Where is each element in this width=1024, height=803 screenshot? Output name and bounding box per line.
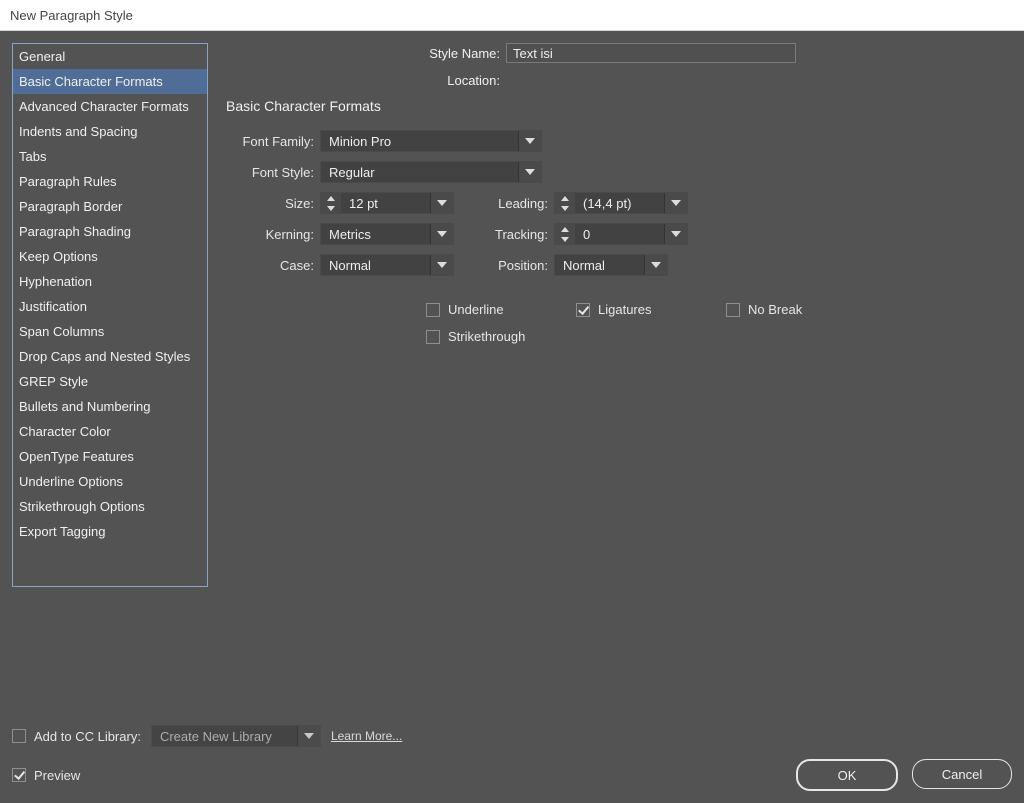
no-break-checkbox[interactable]: No Break xyxy=(726,302,876,317)
panel-title: Basic Character Formats xyxy=(226,98,1012,114)
sidebar-item[interactable]: Hyphenation xyxy=(13,269,207,294)
chevron-down-icon xyxy=(297,726,320,746)
kerning-label: Kerning: xyxy=(226,227,314,242)
sidebar-item[interactable]: Basic Character Formats xyxy=(13,69,207,94)
checkbox-group: Underline Ligatures No Break Strikethrou… xyxy=(426,302,1012,344)
cc-library-combo[interactable]: Create New Library xyxy=(151,725,321,747)
dialog-client: GeneralBasic Character FormatsAdvanced C… xyxy=(0,31,1024,803)
tracking-stepper[interactable] xyxy=(554,223,574,245)
preview-checkbox[interactable]: Preview xyxy=(12,768,80,783)
case-value: Normal xyxy=(321,255,430,275)
font-style-combo[interactable]: Regular xyxy=(320,161,542,183)
tracking-label: Tracking: xyxy=(478,227,548,242)
chevron-down-icon xyxy=(430,224,453,244)
sidebar-item[interactable]: Strikethrough Options xyxy=(13,494,207,519)
case-combo[interactable]: Normal xyxy=(320,254,454,276)
kerning-value: Metrics xyxy=(321,224,430,244)
underline-checkbox[interactable]: Underline xyxy=(426,302,576,317)
ligatures-label: Ligatures xyxy=(598,302,651,317)
sidebar-item[interactable]: Paragraph Border xyxy=(13,194,207,219)
sidebar-item[interactable]: Bullets and Numbering xyxy=(13,394,207,419)
leading-stepper[interactable] xyxy=(554,192,574,214)
sidebar-item[interactable]: Paragraph Shading xyxy=(13,219,207,244)
chevron-down-icon xyxy=(518,162,541,182)
cc-library-value: Create New Library xyxy=(152,726,297,746)
chevron-down-icon xyxy=(518,131,541,151)
checkbox-icon xyxy=(426,303,440,317)
sidebar-item[interactable]: Drop Caps and Nested Styles xyxy=(13,344,207,369)
sidebar-item[interactable]: Paragraph Rules xyxy=(13,169,207,194)
case-label: Case: xyxy=(226,258,314,273)
size-stepper[interactable] xyxy=(320,192,340,214)
font-style-value: Regular xyxy=(321,162,518,182)
sidebar-item[interactable]: Export Tagging xyxy=(13,519,207,544)
sidebar-item[interactable]: Advanced Character Formats xyxy=(13,94,207,119)
chevron-down-icon xyxy=(430,193,453,213)
checkbox-icon xyxy=(12,768,26,782)
style-name-input[interactable] xyxy=(506,43,796,63)
sidebar-item[interactable]: Character Color xyxy=(13,419,207,444)
leading-label: Leading: xyxy=(478,196,548,211)
font-family-combo[interactable]: Minion Pro xyxy=(320,130,542,152)
sidebar-item[interactable]: General xyxy=(13,44,207,69)
position-label: Position: xyxy=(478,258,548,273)
chevron-down-icon xyxy=(664,224,687,244)
strikethrough-label: Strikethrough xyxy=(448,329,525,344)
titlebar: New Paragraph Style xyxy=(0,0,1024,31)
ok-button[interactable]: OK xyxy=(796,759,898,791)
chevron-down-icon xyxy=(430,255,453,275)
no-break-label: No Break xyxy=(748,302,802,317)
sidebar-item[interactable]: OpenType Features xyxy=(13,444,207,469)
sidebar-item[interactable]: Indents and Spacing xyxy=(13,119,207,144)
preview-label: Preview xyxy=(34,768,80,783)
dialog-window: New Paragraph Style GeneralBasic Charact… xyxy=(0,0,1024,803)
font-family-label: Font Family: xyxy=(226,134,314,149)
strikethrough-checkbox[interactable]: Strikethrough xyxy=(426,329,576,344)
sidebar-item[interactable]: Tabs xyxy=(13,144,207,169)
cancel-button[interactable]: Cancel xyxy=(912,759,1012,789)
cancel-label: Cancel xyxy=(942,767,982,782)
size-label: Size: xyxy=(226,196,314,211)
size-value: 12 pt xyxy=(341,193,430,213)
sidebar-item[interactable]: Span Columns xyxy=(13,319,207,344)
sidebar-item[interactable]: Underline Options xyxy=(13,469,207,494)
sidebar-item[interactable]: Justification xyxy=(13,294,207,319)
underline-label: Underline xyxy=(448,302,504,317)
checkbox-icon xyxy=(726,303,740,317)
tracking-field[interactable]: 0 xyxy=(554,223,688,245)
font-style-label: Font Style: xyxy=(226,165,314,180)
header-fields: Style Name: Location: xyxy=(226,43,1012,88)
size-field[interactable]: 12 pt xyxy=(320,192,454,214)
form-rows: Font Family: Minion Pro Font Style: Regu… xyxy=(226,130,1012,276)
dialog-footer: Add to CC Library: Create New Library Le… xyxy=(12,725,1012,791)
kerning-combo[interactable]: Metrics xyxy=(320,223,454,245)
position-value: Normal xyxy=(555,255,644,275)
dialog-title: New Paragraph Style xyxy=(10,8,133,23)
learn-more-link[interactable]: Learn More... xyxy=(331,729,402,743)
checkbox-icon xyxy=(12,729,26,743)
leading-value: (14,4 pt) xyxy=(575,193,664,213)
chevron-down-icon xyxy=(644,255,667,275)
content-panel: Style Name: Location: Basic Character Fo… xyxy=(226,43,1012,725)
tracking-value: 0 xyxy=(575,224,664,244)
add-cc-library-label: Add to CC Library: xyxy=(34,729,141,744)
add-cc-library-checkbox[interactable]: Add to CC Library: xyxy=(12,729,141,744)
checkbox-icon xyxy=(576,303,590,317)
checkbox-icon xyxy=(426,330,440,344)
chevron-down-icon xyxy=(664,193,687,213)
ok-label: OK xyxy=(838,768,857,783)
sidebar-item[interactable]: GREP Style xyxy=(13,369,207,394)
location-label: Location: xyxy=(226,73,506,88)
position-combo[interactable]: Normal xyxy=(554,254,668,276)
main-row: GeneralBasic Character FormatsAdvanced C… xyxy=(12,43,1012,725)
font-family-value: Minion Pro xyxy=(321,131,518,151)
ligatures-checkbox[interactable]: Ligatures xyxy=(576,302,726,317)
sidebar-item[interactable]: Keep Options xyxy=(13,244,207,269)
category-sidebar: GeneralBasic Character FormatsAdvanced C… xyxy=(12,43,208,587)
leading-field[interactable]: (14,4 pt) xyxy=(554,192,688,214)
style-name-label: Style Name: xyxy=(226,46,506,61)
